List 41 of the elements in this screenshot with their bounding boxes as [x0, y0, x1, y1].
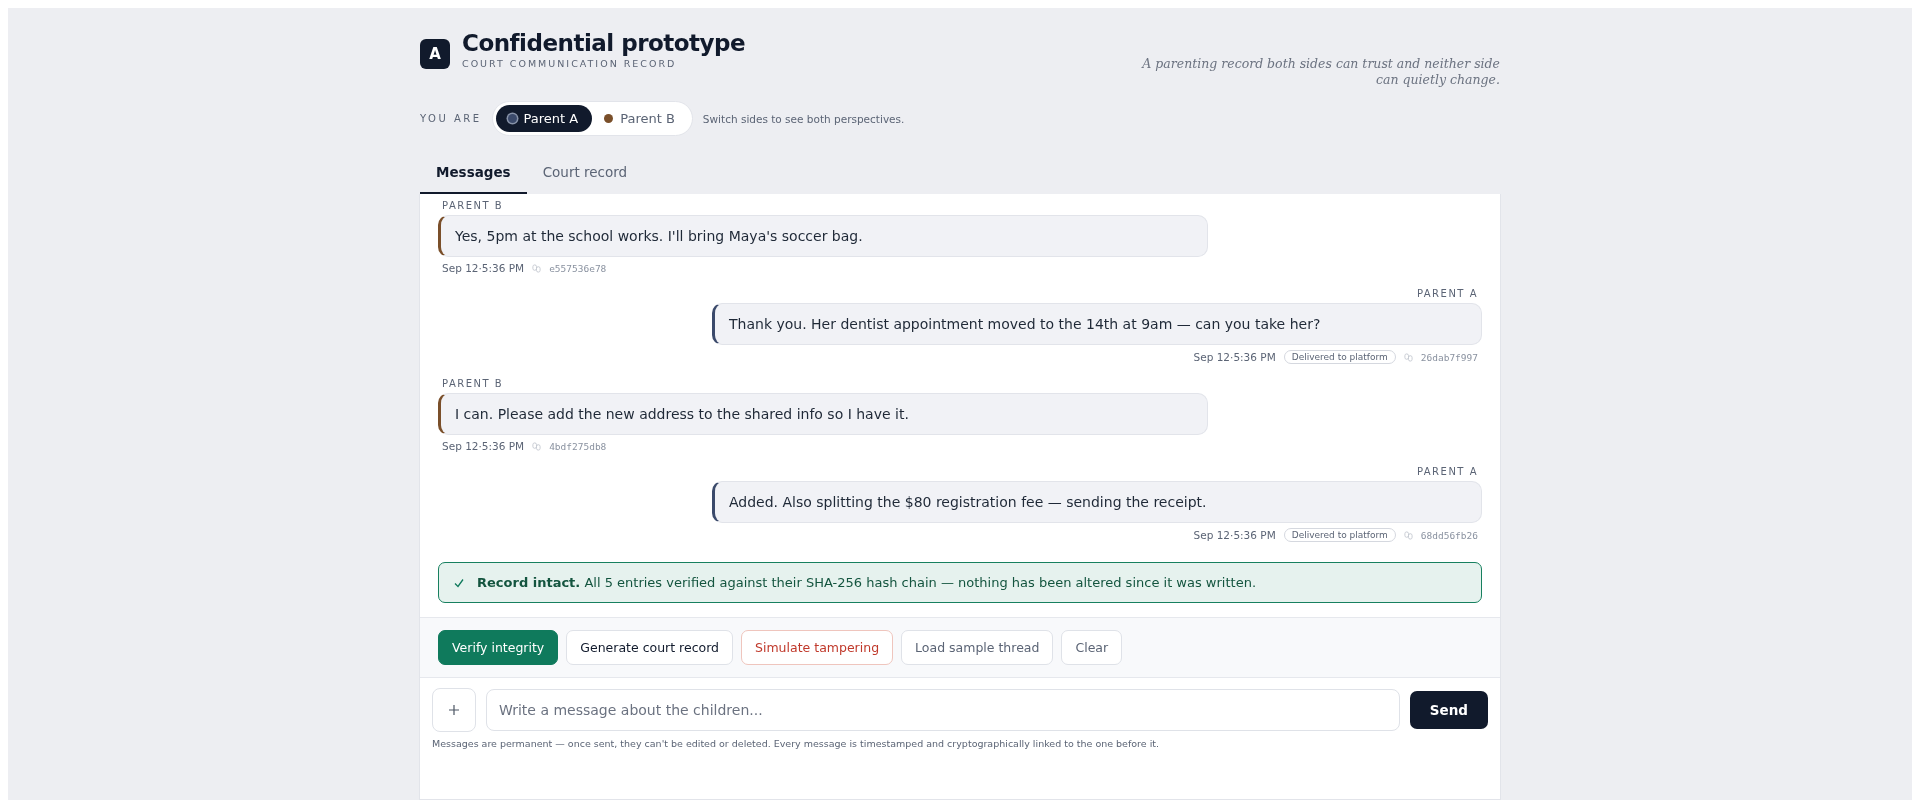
integrity-message: Record intact. All 5 entries verified against their SHA-256 hash chain — nothing has been altered since it was written. [477, 575, 1257, 591]
message-hash: 26dab7f997 [1420, 351, 1478, 363]
perspective-option[interactable]: Parent B [592, 105, 689, 133]
plus-icon [448, 704, 460, 717]
perspective-option[interactable]: Parent A [495, 105, 593, 133]
perspective-label: YOU ARE [420, 113, 482, 125]
tab[interactable]: Court record [526, 154, 644, 195]
footnote: Messages are permanent — once sent, they can't be edited or deleted. Every message is timestamped and cryptographically linked to the one before it. [431, 737, 1161, 752]
logo-badge: A [420, 39, 450, 69]
action-button[interactable]: Load sample thread [901, 630, 1054, 666]
link-icon [1403, 530, 1413, 540]
sender-label: PARENT B [442, 200, 505, 212]
message-hash: e557536e78 [549, 262, 607, 274]
check-icon [453, 576, 465, 589]
message-bubble: Thank you. Her dentist appointment moved to the 14th at 9am — can you take her? [712, 303, 1482, 346]
message-time: Sep 12·5:36 PM [1193, 351, 1276, 364]
app-subtitle: COURT COMMUNICATION RECORD [462, 58, 678, 69]
message-time: Sep 12·5:36 PM [442, 440, 525, 453]
action-button[interactable]: Generate court record [566, 630, 734, 666]
link-icon [1403, 352, 1413, 362]
attach-button[interactable] [432, 688, 476, 733]
app-title: Confidential prototype [462, 30, 746, 56]
perspective-hint: Switch sides to see both perspectives. [702, 112, 905, 125]
message-input[interactable]: Write a message about the children... [486, 689, 1400, 732]
message-time: Sep 12·5:36 PM [1193, 529, 1276, 542]
link-icon [532, 263, 542, 273]
link-icon [532, 441, 542, 451]
sender-label: PARENT A [1416, 288, 1478, 300]
tagline: A parenting record both sides can trust and neither side can quietly change. [1140, 56, 1500, 88]
message-bubble: Added. Also splitting the $80 registration fee — sending the receipt. [712, 481, 1482, 524]
action-button[interactable]: Verify integrity [438, 630, 559, 666]
sender-label: PARENT B [442, 378, 505, 390]
message-bubble: Yes, 5pm at the school works. I'll bring Maya's soccer bag. [438, 215, 1208, 258]
sender-label: PARENT A [1416, 466, 1478, 478]
send-button[interactable]: Send [1409, 691, 1488, 730]
message-time: Sep 12·5:36 PM [442, 262, 525, 275]
message-hash: 68dd56fb26 [1420, 529, 1478, 541]
message-hash: 4bdf275db8 [549, 440, 607, 452]
action-button[interactable]: Clear [1061, 630, 1123, 666]
action-button[interactable]: Simulate tampering [741, 630, 894, 666]
message-bubble: I can. Please add the new address to the shared info so I have it. [438, 393, 1208, 436]
